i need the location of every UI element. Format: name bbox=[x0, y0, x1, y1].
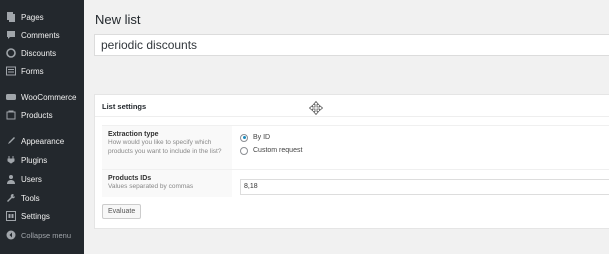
list-name-input[interactable]: periodic discounts bbox=[94, 34, 609, 56]
sidebar-item-pages[interactable]: Pages bbox=[0, 8, 84, 26]
pages-icon bbox=[6, 12, 16, 22]
radio-by-id-control[interactable] bbox=[240, 133, 248, 142]
sidebar-item-woocommerce[interactable]: WooCommerce bbox=[0, 88, 84, 106]
product-ids-field-cell bbox=[232, 170, 609, 197]
sidebar-item-comments[interactable]: Comments bbox=[0, 26, 84, 44]
sidebar-item-label: Products bbox=[21, 110, 53, 120]
sidebar-item-forms[interactable]: Forms bbox=[0, 62, 84, 80]
extraction-type-row: Extraction type How would you like to sp… bbox=[102, 125, 609, 169]
comments-icon bbox=[6, 30, 16, 40]
sidebar-item-discounts[interactable]: Discounts bbox=[0, 44, 84, 62]
radio-by-id-label: By ID bbox=[253, 134, 271, 141]
extraction-type-label-cell: Extraction type How would you like to sp… bbox=[102, 126, 232, 169]
product-ids-description: Values separated by commas bbox=[108, 183, 194, 190]
extraction-type-description: How would you like to specify which prod… bbox=[108, 139, 222, 155]
extraction-type-label: Extraction type bbox=[108, 131, 159, 138]
sidebar-item-label: Collapse menu bbox=[21, 230, 72, 240]
move-cursor-icon bbox=[309, 101, 323, 115]
evaluate-button[interactable]: Evaluate bbox=[102, 204, 142, 219]
plugins-icon bbox=[6, 155, 16, 165]
sidebar-item-label: Pages bbox=[21, 12, 44, 22]
list-settings-box: List settings Extraction type How would … bbox=[94, 94, 609, 229]
sidebar-item-label: Settings bbox=[21, 211, 50, 221]
sidebar-item-users[interactable]: Users bbox=[0, 170, 84, 188]
product-ids-label: Products IDs bbox=[108, 175, 152, 182]
product-ids-row: Products IDs Values separated by commas bbox=[102, 169, 609, 197]
sidebar-item-plugins[interactable]: Plugins bbox=[0, 151, 84, 169]
tools-icon bbox=[6, 193, 16, 203]
sidebar-item-label: Tools bbox=[21, 193, 40, 203]
extraction-type-options: By ID Custom request bbox=[232, 126, 609, 169]
sidebar-item-tools[interactable]: Tools bbox=[0, 189, 84, 207]
appearance-icon bbox=[6, 136, 16, 146]
admin-sidebar: Pages Comments Discounts Forms WooCommer… bbox=[0, 0, 84, 254]
page-title: New list bbox=[95, 12, 141, 27]
discounts-icon bbox=[6, 48, 16, 58]
radio-custom-request-control[interactable] bbox=[240, 146, 248, 155]
list-settings-heading: List settings bbox=[95, 95, 609, 117]
settings-icon bbox=[6, 211, 16, 221]
woocommerce-icon bbox=[6, 92, 16, 102]
sidebar-item-products[interactable]: Products bbox=[0, 106, 84, 124]
collapse-icon bbox=[6, 230, 16, 240]
radio-custom-request[interactable]: Custom request bbox=[240, 144, 609, 157]
forms-icon bbox=[6, 66, 16, 76]
sidebar-item-appearance[interactable]: Appearance bbox=[0, 132, 84, 150]
users-icon bbox=[6, 174, 16, 184]
sidebar-item-label: Plugins bbox=[21, 155, 48, 165]
sidebar-item-label: Comments bbox=[21, 30, 60, 40]
sidebar-item-label: Users bbox=[21, 174, 42, 184]
radio-custom-request-label: Custom request bbox=[253, 147, 303, 154]
product-ids-input[interactable] bbox=[240, 178, 609, 195]
sidebar-item-label: WooCommerce bbox=[21, 92, 77, 102]
sidebar-item-label: Discounts bbox=[21, 48, 57, 58]
products-icon bbox=[6, 110, 16, 120]
collapse-menu-button[interactable]: Collapse menu bbox=[0, 226, 84, 244]
main-content: New list periodic discounts List setting… bbox=[84, 0, 609, 254]
sidebar-item-label: Forms bbox=[21, 66, 44, 76]
sidebar-item-label: Appearance bbox=[21, 136, 65, 146]
radio-by-id[interactable]: By ID bbox=[240, 131, 609, 144]
product-ids-label-cell: Products IDs Values separated by commas bbox=[102, 170, 232, 197]
sidebar-item-settings[interactable]: Settings bbox=[0, 207, 84, 225]
